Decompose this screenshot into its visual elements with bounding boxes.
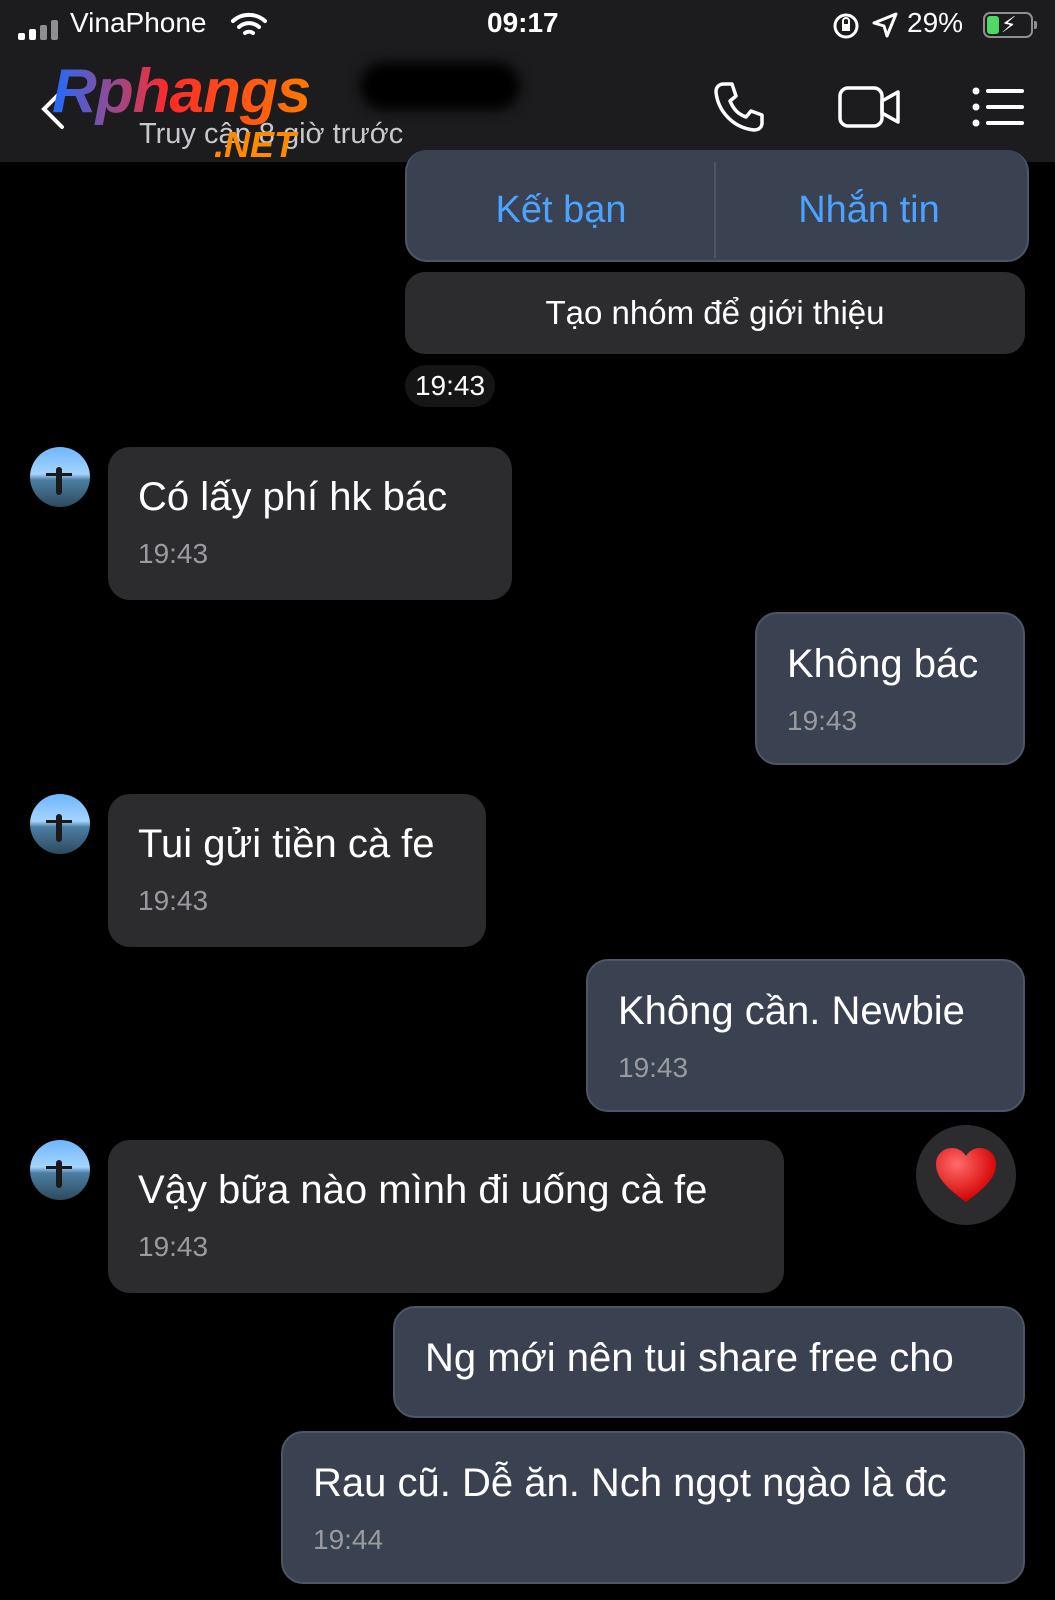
message-text: Không cần. Newbie	[618, 989, 965, 1033]
incoming-message-bubble[interactable]: Vậy bữa nào mình đi uống cà fe 19:43	[108, 1140, 784, 1293]
outgoing-message-bubble[interactable]: Rau cũ. Dễ ăn. Nch ngọt ngào là đc 19:44	[281, 1431, 1025, 1584]
message-time: 19:43	[787, 705, 858, 736]
send-message-button[interactable]: Nhắn tin	[716, 160, 1022, 260]
carrier-name: VinaPhone	[70, 7, 207, 38]
message-text: Rau cũ. Dễ ăn. Nch ngọt ngào là đc	[313, 1461, 947, 1505]
battery-percent: 29%	[907, 7, 964, 38]
message-time: 19:43	[138, 885, 209, 916]
message-text: Ng mới nên tui share free cho	[425, 1336, 954, 1380]
message-text: Tui gửi tiền cà fe	[138, 822, 435, 866]
wifi-icon	[231, 12, 267, 35]
message-time: 19:43	[138, 1231, 209, 1262]
outgoing-message-bubble[interactable]: Ng mới nên tui share free cho	[393, 1306, 1025, 1418]
message-time: 19:43	[138, 538, 209, 569]
location-arrow-icon	[872, 12, 898, 38]
watermark-logo: Rphangs	[52, 57, 311, 126]
heart-reaction-button[interactable]	[916, 1125, 1016, 1225]
heart-icon	[936, 1148, 996, 1202]
video-call-icon[interactable]	[838, 84, 902, 130]
app-header: VinaPhone 09:17 29% ⚡ Truy cập 8 giờ trư…	[0, 0, 1055, 165]
watermark-logo-suffix: .NET	[214, 124, 297, 165]
menu-list-icon[interactable]	[972, 86, 1026, 128]
contact-avatar[interactable]	[30, 1140, 90, 1200]
clock: 09:17	[487, 7, 559, 38]
message-timestamp: 19:43	[405, 365, 495, 407]
outgoing-message-bubble[interactable]: Không bác 19:43	[755, 612, 1025, 765]
add-friend-button[interactable]: Kết bạn	[408, 160, 714, 260]
outgoing-message-bubble[interactable]: Không cần. Newbie 19:43	[586, 959, 1025, 1112]
orientation-lock-icon	[833, 13, 859, 39]
incoming-message-bubble[interactable]: Có lấy phí hk bác 19:43	[108, 447, 512, 600]
contact-avatar[interactable]	[30, 447, 90, 507]
phone-call-icon[interactable]	[712, 80, 766, 134]
message-time: 19:43	[618, 1052, 689, 1083]
message-text: Có lấy phí hk bác	[138, 475, 448, 519]
message-text: Không bác	[787, 642, 979, 686]
message-text: Vậy bữa nào mình đi uống cà fe	[138, 1168, 708, 1212]
contact-avatar[interactable]	[30, 794, 90, 854]
incoming-message-bubble[interactable]: Tui gửi tiền cà fe 19:43	[108, 794, 486, 947]
message-time: 19:44	[313, 1524, 384, 1555]
redacted-contact-name	[360, 62, 520, 110]
create-intro-group-button[interactable]: Tạo nhóm để giới thiệu	[405, 272, 1025, 354]
cellular-signal-icon	[18, 20, 62, 40]
battery-icon: ⚡	[983, 12, 1037, 38]
